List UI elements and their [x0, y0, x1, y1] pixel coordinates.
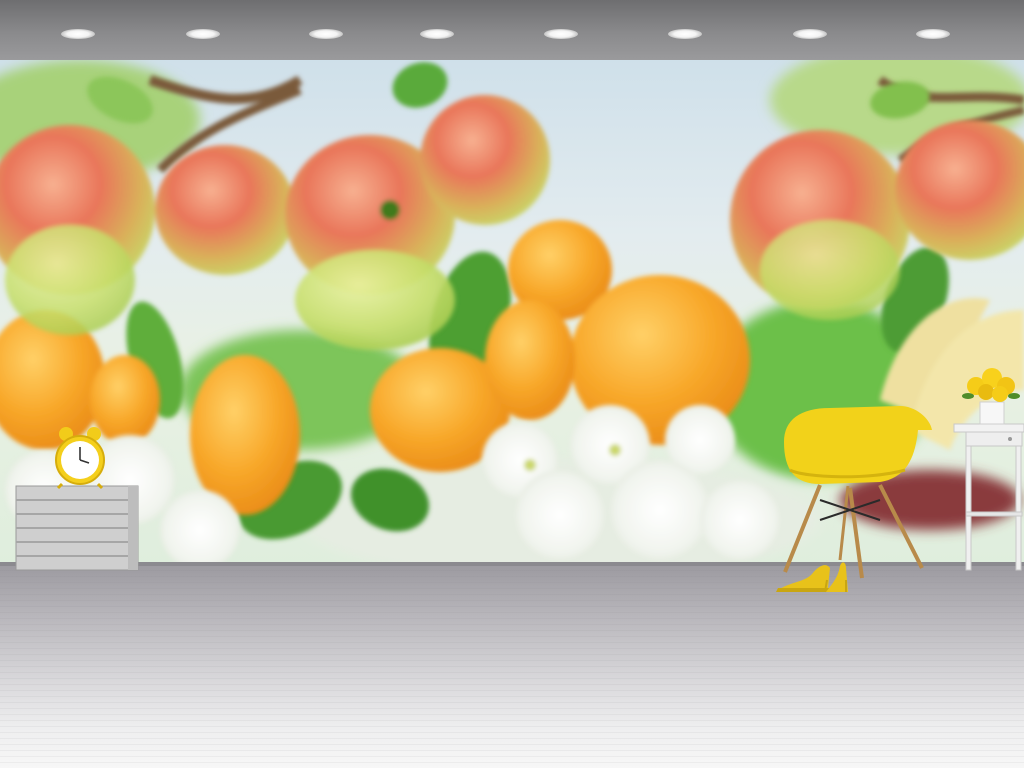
- props-layer: [15, 368, 1024, 593]
- side-table: [953, 423, 1024, 571]
- alarm-clock-icon: [55, 427, 105, 490]
- wooden-crate: [15, 485, 139, 571]
- chair-icon: [783, 406, 932, 579]
- flower-pot-icon: [962, 368, 1020, 425]
